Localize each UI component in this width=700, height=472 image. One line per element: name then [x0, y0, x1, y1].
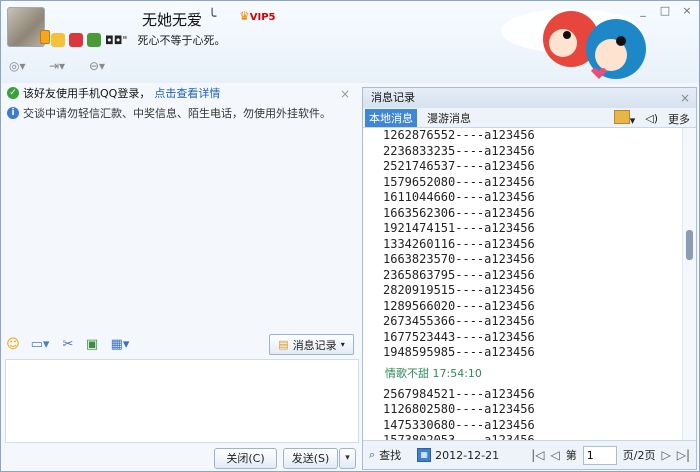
- history-message-line: 1663562306----a123456: [383, 205, 535, 220]
- history-message-line: 1579652080----a123456: [383, 174, 535, 189]
- status-text: ◘◘": [105, 33, 128, 47]
- message-history-button[interactable]: ▤ 消息记录 ▾: [269, 334, 354, 355]
- history-message-line: 2673455366----a123456: [383, 314, 535, 328]
- safety-notice-text: 交谈中请勿轻信汇款、中奖信息、陌生电话，勿使用外挂软件。: [23, 107, 331, 120]
- chevron-down-icon: ▾: [340, 340, 345, 349]
- first-page-icon[interactable]: |◁: [531, 448, 544, 462]
- message-input[interactable]: [5, 359, 359, 443]
- history-message-line: 1289566020----a123456: [383, 298, 535, 313]
- pager: |◁ ◁ 第 页/2页 ▷ ▷|: [531, 445, 696, 465]
- search-icon[interactable]: ⌕: [369, 448, 375, 462]
- panel-tools: ▾ ◁) 更多: [613, 110, 690, 127]
- vip-badge[interactable]: ♛VIP5: [239, 9, 276, 23]
- video-call-icon[interactable]: ◎▾: [9, 59, 35, 75]
- safety-notice: i 交谈中请勿轻信汇款、中奖信息、陌生电话，勿使用外挂软件。: [7, 105, 331, 121]
- more-tools-icon[interactable]: ▦▾: [107, 336, 133, 354]
- history-message-line: 1126802580----a123456: [383, 402, 535, 416]
- mobile-login-notice: ✓ 该好友使用手机QQ登录， 点击查看详情: [7, 85, 220, 101]
- star-icon[interactable]: [51, 33, 65, 47]
- page-label-before: 第: [565, 449, 577, 462]
- vip-level: VIP5: [249, 12, 276, 23]
- send-button[interactable]: 发送(S): [283, 448, 338, 469]
- crown-icon: ♛: [239, 9, 250, 23]
- nickname-decoration: ╰: [208, 9, 217, 25]
- close-panel-icon[interactable]: ×: [680, 88, 690, 108]
- last-page-icon[interactable]: ▷|: [677, 448, 690, 462]
- magic-emoji-icon[interactable]: ▭▾: [27, 336, 53, 354]
- tab-local-messages[interactable]: 本地消息: [365, 108, 417, 127]
- speaker-icon[interactable]: ◁): [645, 112, 658, 125]
- chat-header: 无她无爱 ╰ ♛VIP5 ◘◘" 死心不等于心死。 ◎▾ ⇥▾ ⊖▾ _ □ ×: [1, 1, 699, 83]
- more-link[interactable]: 更多: [668, 111, 690, 127]
- window-controls: _ □ ×: [635, 4, 695, 18]
- history-message-line: 1611044660----a123456: [383, 190, 535, 204]
- message-history-panel: 消息记录 × 本地消息 漫游消息 ▾ ◁) 更多 1262876552----a…: [362, 87, 697, 470]
- panel-title: 消息记录: [371, 91, 415, 104]
- friend-signature: 死心不等于心死。: [137, 34, 226, 47]
- history-message-line: 1921474151----a123456: [383, 221, 535, 235]
- maximize-button[interactable]: □: [657, 4, 673, 18]
- phone-status-icon: [40, 30, 50, 44]
- history-button-label: 消息记录: [292, 338, 337, 352]
- scrollbar-thumb[interactable]: [686, 230, 693, 260]
- tab-roaming-messages[interactable]: 漫游消息: [423, 109, 475, 127]
- mobile-notice-text: 该好友使用手机QQ登录，: [23, 87, 151, 100]
- friend-avatar[interactable]: [7, 7, 50, 47]
- minimize-button[interactable]: _: [635, 4, 651, 18]
- file-transfer-icon[interactable]: ⇥▾: [49, 59, 75, 75]
- chat-window: 无她无爱 ╰ ♛VIP5 ◘◘" 死心不等于心死。 ◎▾ ⇥▾ ⊖▾ _ □ ×…: [0, 0, 700, 472]
- check-icon: ✓: [7, 87, 19, 99]
- history-scrollbar[interactable]: [682, 128, 696, 440]
- history-message-line: 1573802053----a123456: [383, 433, 535, 440]
- calendar-icon[interactable]: ▦: [417, 448, 432, 462]
- history-message-line: 2521746537----a123456: [383, 159, 535, 173]
- chat-message-area[interactable]: [5, 121, 357, 327]
- view-details-link[interactable]: 点击查看详情: [154, 85, 220, 101]
- history-message-line: 2567984521----a123456: [383, 386, 535, 401]
- header-tools: ◎▾ ⇥▾ ⊖▾: [9, 59, 115, 75]
- emoji-icon[interactable]: ☺: [5, 336, 21, 354]
- search-link[interactable]: 查找: [379, 447, 401, 463]
- history-message-line: 1948595985----a123456: [383, 345, 535, 359]
- history-icon: ▤: [278, 338, 289, 351]
- history-message-line: 2236833235----a123456: [383, 143, 535, 158]
- picture-filter-icon[interactable]: ▾: [613, 110, 635, 127]
- image-icon[interactable]: ▣: [83, 336, 101, 354]
- status-row: ◘◘" 死心不等于心死。: [51, 32, 225, 48]
- date-label[interactable]: 2012-12-21: [435, 449, 499, 462]
- history-message-line: 2820919515----a123456: [383, 283, 535, 297]
- history-message-line: 1334260116----a123456: [383, 236, 535, 251]
- history-tabs: 本地消息 漫游消息 ▾ ◁) 更多: [363, 108, 696, 128]
- close-notice-icon[interactable]: ×: [340, 87, 350, 101]
- close-button[interactable]: 关闭(C): [214, 448, 277, 469]
- history-message-line: 1677523443----a123456: [383, 329, 535, 344]
- info-icon: i: [7, 107, 19, 119]
- page-number-input[interactable]: [582, 445, 617, 465]
- panel-title-bar: 消息记录 ×: [363, 88, 696, 108]
- friend-nickname[interactable]: 无她无爱: [142, 9, 202, 30]
- prev-page-icon[interactable]: ◁: [551, 448, 560, 462]
- sender-timestamp: 情歌不甜 17:54:10: [385, 366, 482, 380]
- page-label-after: 页/2页: [622, 449, 656, 462]
- send-options-button[interactable]: ▾: [339, 448, 356, 469]
- next-page-icon[interactable]: ▷: [661, 448, 670, 462]
- app-menu-icon[interactable]: ⊖▾: [89, 59, 115, 75]
- history-message-line: 1262876552----a123456: [383, 128, 535, 142]
- history-message-line: 1475330680----a123456: [383, 417, 535, 432]
- history-message-line: 2365863795----a123456: [383, 267, 535, 282]
- history-footer: ⌕ 查找 ▦ 2012-12-21 |◁ ◁ 第 页/2页 ▷ ▷|: [363, 440, 696, 469]
- qzone-icon[interactable]: [87, 33, 101, 47]
- history-message-list[interactable]: 1262876552----a123456 2236833235----a1234…: [363, 128, 683, 440]
- pet-icon[interactable]: [69, 33, 83, 47]
- history-message-line: 1663823570----a123456: [383, 252, 535, 266]
- close-window-button[interactable]: ×: [679, 4, 695, 18]
- screenshot-icon[interactable]: ✂: [59, 336, 77, 354]
